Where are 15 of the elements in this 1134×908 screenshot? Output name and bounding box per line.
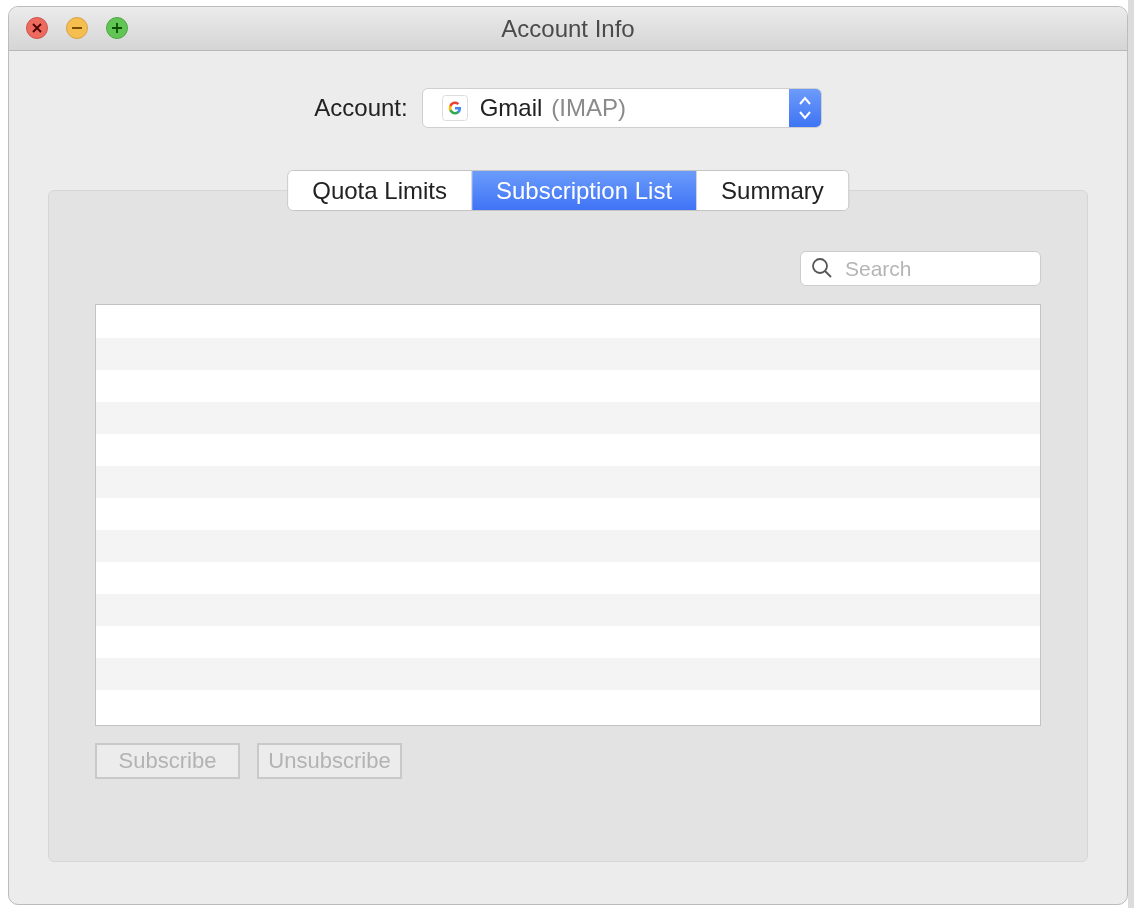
popup-arrows[interactable]	[788, 89, 821, 127]
g-logo-icon	[441, 95, 468, 121]
minimize-icon[interactable]	[66, 17, 88, 39]
search-field[interactable]: Search	[800, 251, 1041, 286]
tab[interactable]: Quota Limits	[288, 171, 472, 210]
account-type: (IMAP)	[551, 94, 627, 122]
zoom-icon[interactable]	[106, 17, 128, 39]
account-popup[interactable]: Gmail (IMAP)	[421, 88, 822, 128]
close-icon[interactable]	[26, 17, 48, 39]
window-title: Account Info	[501, 14, 635, 43]
account-label: Account:	[314, 94, 408, 122]
search-icon	[811, 257, 833, 279]
tab[interactable]: Summary	[697, 171, 848, 210]
account-name: Gmail	[479, 94, 543, 122]
up-down-chevron-icon	[797, 95, 812, 121]
